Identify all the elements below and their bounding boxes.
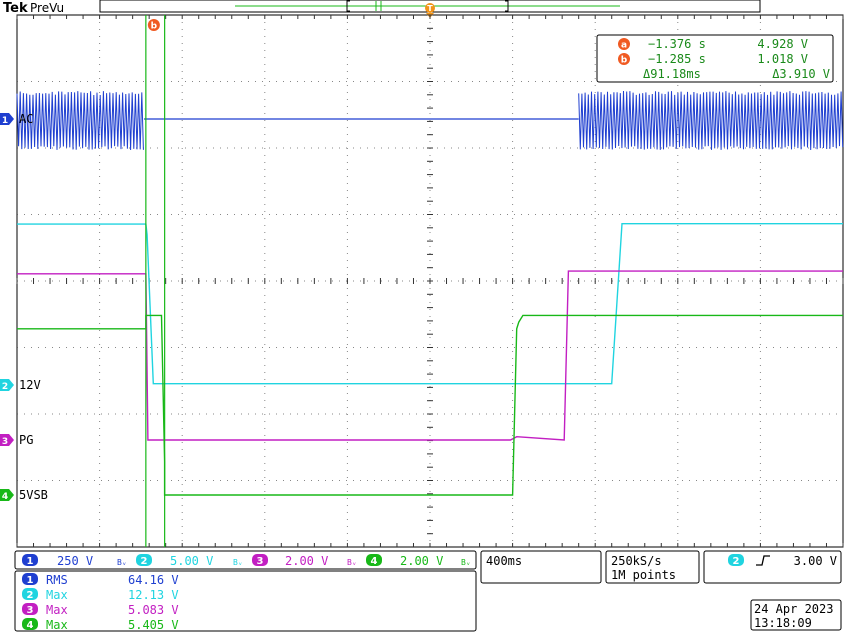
svg-text:2: 2 [2, 382, 8, 392]
trace-12v [17, 224, 843, 384]
svg-text:Max: Max [46, 603, 68, 617]
waveform-traces [17, 91, 843, 495]
cursor-b-time: −1.285 s [648, 52, 706, 66]
mode-label: PreVu [30, 1, 64, 15]
svg-text:2: 2 [141, 556, 148, 567]
trigger-box[interactable]: 2 3.00 V [704, 551, 841, 583]
ch2-label: 12V [19, 378, 41, 392]
svg-text:b: b [621, 56, 628, 66]
cursor-delta-time: Δ91.18ms [643, 67, 701, 81]
timebase-box[interactable]: 400ms [481, 551, 601, 583]
time: 13:18:09 [754, 616, 812, 630]
cursor-b-handle-label: b [151, 22, 158, 32]
ch4-label: 5VSB [19, 488, 48, 502]
acquisition-box[interactable]: 250kS/s 1M points [606, 551, 699, 583]
ch2-ground-marker[interactable]: 2 12V [0, 378, 41, 392]
channel-scale-bar: 1 250 V Bᵥ 2 5.00 V Bᵥ 3 2.00 V Bᵥ 4 2.0… [15, 551, 476, 569]
ch1-bw-limit-icon: Bᵥ [117, 558, 127, 567]
oscilloscope-screen: Tek PreVu T b a b −1.376 s 4.928 V −1.28… [0, 0, 845, 633]
ch3-bw-limit-icon: Bᵥ [347, 558, 357, 567]
svg-text:4: 4 [27, 620, 34, 631]
trigger-level: 3.00 V [794, 554, 837, 568]
svg-text:RMS: RMS [46, 573, 68, 587]
svg-text:4: 4 [371, 556, 378, 567]
svg-text:4: 4 [2, 492, 8, 502]
svg-text:2: 2 [27, 590, 34, 601]
cursor-a-volt: 4.928 V [757, 37, 808, 51]
channel-markers: 1 AC 2 12V 3 PG 4 5VSB [0, 112, 48, 502]
svg-text:Max: Max [46, 618, 68, 632]
svg-text:250 V: 250 V [57, 554, 93, 568]
cursor-delta-volt: Δ3.910 V [772, 67, 830, 81]
svg-text:a: a [621, 41, 627, 51]
datetime-box: 24 Apr 2023 13:18:09 [751, 600, 841, 630]
brand-label: Tek [3, 1, 28, 16]
trace-5vsb [17, 315, 843, 495]
svg-text:64.16 V: 64.16 V [128, 573, 179, 587]
timebase-value: 400ms [486, 554, 522, 568]
date: 24 Apr 2023 [754, 602, 833, 616]
svg-text:1: 1 [27, 575, 34, 586]
record-length: 1M points [611, 568, 676, 582]
ch2-bw-limit-icon: Bᵥ [233, 558, 243, 567]
svg-text:Max: Max [46, 588, 68, 602]
cursor-readout: a b −1.376 s 4.928 V −1.285 s 1.018 V Δ9… [597, 35, 833, 82]
svg-text:T: T [427, 4, 433, 13]
ch3-label: PG [19, 433, 33, 447]
svg-text:3: 3 [27, 605, 34, 616]
ch1-label: AC [19, 112, 33, 126]
cursor-b-volt: 1.018 V [757, 52, 808, 66]
svg-text:1: 1 [27, 556, 34, 567]
sample-rate: 250kS/s [611, 554, 662, 568]
measurements-panel: 1 RMS 64.16 V 2 Max 12.13 V 3 Max 5.083 … [15, 571, 476, 632]
cursor-a-time: −1.376 s [648, 37, 706, 51]
svg-text:5.00 V: 5.00 V [170, 554, 213, 568]
svg-text:2.00 V: 2.00 V [285, 554, 328, 568]
ac-trace-burst [17, 91, 143, 150]
svg-text:2.00 V: 2.00 V [400, 554, 443, 568]
ch4-bw-limit-icon: Bᵥ [461, 558, 471, 567]
svg-text:3: 3 [257, 556, 264, 567]
ch4-ground-marker[interactable]: 4 5VSB [0, 488, 48, 502]
trigger-source: 2 [733, 556, 740, 567]
svg-text:5.083 V: 5.083 V [128, 603, 179, 617]
svg-text:12.13 V: 12.13 V [128, 588, 179, 602]
svg-text:5.405 V: 5.405 V [128, 618, 179, 632]
svg-text:1: 1 [2, 116, 8, 126]
svg-text:3: 3 [2, 437, 8, 447]
ac-trace-burst [579, 91, 843, 150]
